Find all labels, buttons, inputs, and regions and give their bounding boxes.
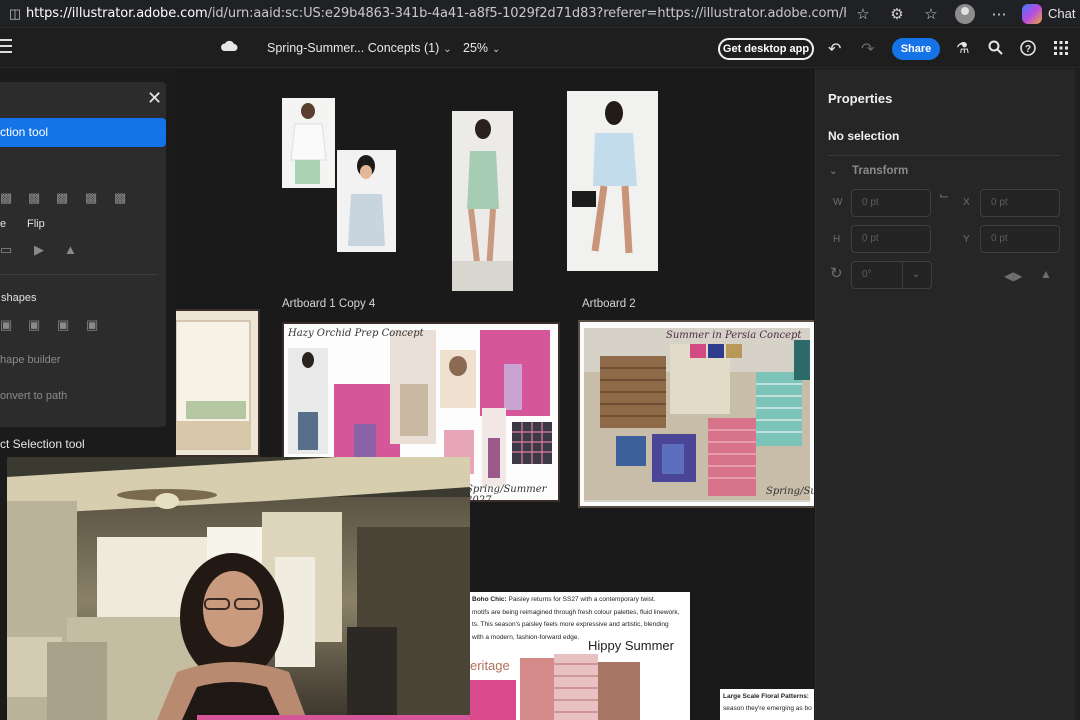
x-label: X — [963, 197, 970, 208]
cloud-icon[interactable] — [220, 40, 238, 52]
floral-patterns-board[interactable]: Large Scale Floral Patterns: season they… — [720, 689, 814, 720]
floral-line-1: season they're emerging as bo — [723, 705, 812, 712]
orchid-footer: Spring/Summer 2027 — [466, 484, 547, 502]
boho-line-2: motifs are being reimagined through fres… — [472, 608, 680, 616]
address-bar[interactable]: https://illustrator.adobe.com/id/urn:aai… — [26, 6, 846, 21]
orchid-title: Hazy Orchid Prep Concept — [288, 328, 424, 339]
align-left-icon[interactable]: ▩ — [0, 190, 12, 206]
height-label: H — [833, 234, 841, 245]
hippy-summer-title: Hippy Summer — [588, 638, 674, 653]
hamburger-menu-icon[interactable] — [0, 39, 12, 55]
properties-panel: Properties No selection ⌄ Transform W 0 … — [815, 69, 1075, 720]
undo-icon[interactable]: ↶ — [828, 39, 841, 59]
apps-grid-icon[interactable] — [1054, 41, 1068, 55]
flip-vertical-icon[interactable]: ▲ — [1040, 267, 1052, 281]
fashion-photo-blue-offshoulder[interactable] — [567, 91, 658, 271]
browser-toolbar: ◫ https://illustrator.adobe.com/id/urn:a… — [0, 0, 1080, 28]
height-field[interactable]: 0 pt — [851, 225, 931, 253]
rotate-label: e — [0, 218, 7, 230]
close-icon[interactable]: ✕ — [147, 88, 162, 109]
rotation-dropdown[interactable]: ⌄ — [902, 261, 932, 289]
minus-front-icon[interactable]: ▣ — [28, 317, 40, 333]
document-title: Spring-Summer... Concepts (1) — [267, 41, 440, 55]
boho-heading: Boho Chic: — [472, 596, 507, 603]
svg-text:?: ? — [1025, 44, 1031, 55]
vertical-scrollbar[interactable] — [1075, 69, 1080, 720]
get-desktop-app-button[interactable]: Get desktop app — [718, 38, 814, 60]
redo-icon[interactable]: ↷ — [861, 39, 874, 59]
selection-tool-item[interactable]: ction tool — [0, 118, 166, 147]
exclude-icon[interactable]: ▣ — [86, 317, 98, 333]
fashion-photo-grey-top[interactable] — [337, 150, 396, 252]
width-field[interactable]: 0 pt — [851, 189, 931, 217]
unite-icon[interactable]: ▣ — [0, 317, 12, 333]
search-icon[interactable] — [988, 40, 1003, 55]
boho-line-1: Boho Chic: Paisley returns for SS27 with… — [472, 596, 656, 603]
rotate-icon[interactable]: ▭ — [0, 242, 12, 258]
artboard-label-copy4[interactable]: Artboard 1 Copy 4 — [282, 298, 375, 310]
chevron-down-icon: ⌄ — [912, 269, 921, 280]
align-middle-icon[interactable]: ▩ — [85, 190, 97, 206]
y-position-field[interactable]: 0 pt — [980, 225, 1060, 253]
document-title-dropdown[interactable]: Spring-Summer... Concepts (1) ⌄ — [267, 41, 452, 55]
selection-status: No selection — [828, 129, 900, 143]
favorites-list-icon[interactable]: ☆ — [914, 5, 948, 23]
persia-footer: Spring/Sum — [766, 486, 814, 497]
help-icon[interactable]: ? — [1020, 40, 1036, 56]
persia-title: Summer in Persia Concept — [666, 330, 802, 341]
x-position-field[interactable]: 0 pt — [980, 189, 1060, 217]
webcam-video-overlay — [7, 457, 470, 720]
boho-line-3: ts. This season's paisley feels more exp… — [472, 621, 669, 628]
artboard-summer-persia[interactable]: Summer in Persia Concept Spring/Sum — [578, 320, 814, 508]
flip-label: Flip — [27, 218, 45, 230]
fashion-photo-mint-halter[interactable] — [452, 111, 513, 291]
floral-heading: Large Scale Floral Patterns: — [723, 693, 809, 700]
fashion-photo-white-blouse[interactable] — [282, 98, 335, 188]
more-options-icon[interactable]: ⋯ — [982, 5, 1016, 23]
app-header: Spring-Summer... Concepts (1) ⌄ 25% ⌄ Get … — [0, 28, 1080, 68]
convert-to-path-item[interactable]: onvert to path — [0, 390, 67, 402]
flip-vertical-icon[interactable]: ▲ — [64, 242, 77, 257]
share-button[interactable]: Share — [892, 38, 940, 60]
profile-avatar[interactable] — [955, 3, 975, 24]
boho-pink-swatch — [470, 680, 516, 720]
chevron-down-icon: ⌄ — [443, 44, 452, 55]
flip-horizontal-icon[interactable]: ◀▶ — [1004, 269, 1022, 283]
zoom-level: 25% — [463, 41, 489, 55]
properties-divider — [828, 155, 1060, 156]
url-path: /id/urn:aaid:sc:US:e29b4863-341b-4a41-a8… — [207, 6, 846, 21]
align-top-icon[interactable]: ▩ — [56, 190, 68, 206]
chevron-down-icon: ⌄ — [492, 44, 501, 55]
chat-label[interactable]: Chat — [1048, 6, 1075, 21]
partial-artboard-left[interactable] — [176, 309, 260, 457]
url-host: https://illustrator.adobe.com — [26, 6, 208, 21]
shape-builder-item[interactable]: hape builder — [0, 354, 61, 366]
direct-selection-tool-item[interactable]: ct Selection tool — [0, 437, 85, 451]
align-center-icon[interactable]: ▩ — [28, 190, 40, 206]
align-bottom-icon[interactable]: ▩ — [114, 190, 126, 206]
extensions-icon[interactable]: ⚙ — [880, 5, 914, 23]
site-info-icon[interactable]: ◫ — [4, 6, 26, 22]
properties-title: Properties — [828, 91, 893, 106]
panel-divider — [0, 274, 158, 275]
intersect-icon[interactable]: ▣ — [57, 317, 69, 333]
shapes-label: shapes — [1, 292, 37, 304]
copilot-icon[interactable] — [1022, 3, 1042, 24]
rotate-icon: ↻ — [830, 265, 843, 282]
width-label: W — [833, 197, 843, 208]
y-label: Y — [963, 234, 970, 245]
transform-section-header[interactable]: Transform — [852, 165, 908, 177]
flask-icon[interactable]: ⚗ — [956, 39, 969, 57]
boho-chic-board[interactable]: Boho Chic: Paisley returns for SS27 with… — [470, 592, 690, 720]
chevron-down-icon[interactable]: ⌄ — [829, 166, 837, 177]
favorite-star-icon[interactable]: ☆ — [846, 5, 880, 23]
flip-horizontal-icon[interactable]: ▶ — [34, 242, 44, 258]
rotation-field[interactable]: 0° — [851, 261, 903, 289]
artboard-label-2[interactable]: Artboard 2 — [582, 298, 636, 310]
heritage-text: eritage — [470, 658, 510, 673]
zoom-dropdown[interactable]: 25% ⌄ — [463, 41, 500, 55]
boho-swatches — [520, 654, 640, 720]
constrain-link-icon[interactable]: ⌙ — [939, 188, 949, 202]
